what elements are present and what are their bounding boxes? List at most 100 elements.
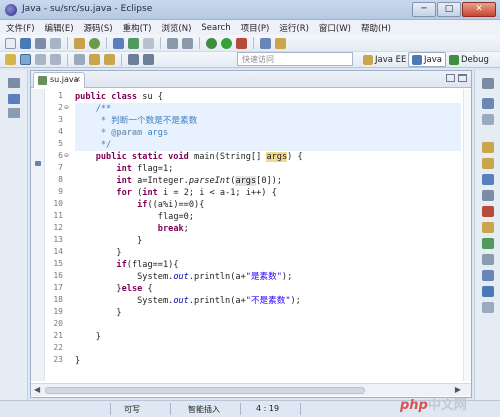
javadoc-icon[interactable] (482, 158, 494, 169)
fold-collapse-icon[interactable]: ⊖ (64, 104, 69, 111)
menu-navigate[interactable]: 浏览(N) (161, 22, 191, 34)
menu-edit[interactable]: 编辑(E) (45, 22, 74, 34)
open-task-icon[interactable] (260, 37, 271, 49)
close-tab-icon[interactable]: ✕ (74, 73, 81, 87)
show-whitespace-icon[interactable] (74, 54, 85, 65)
scroll-right-icon[interactable]: ▶ (455, 385, 461, 394)
menu-refactor[interactable]: 重构(T) (123, 22, 152, 34)
line-number: 5 (58, 139, 63, 148)
snippets-icon[interactable] (482, 238, 494, 249)
code-line: System.out.println(a+"不是素数"); (137, 296, 301, 306)
code-line: } (95, 332, 101, 342)
menu-project[interactable]: 项目(P) (241, 22, 270, 34)
scroll-left-icon[interactable]: ◀ (34, 385, 40, 394)
main-toolbar (0, 35, 500, 52)
code-line: int flag=1; (116, 164, 174, 174)
code-line: flag=0; (157, 212, 195, 222)
task-list-icon[interactable] (482, 98, 494, 109)
line-number: 19 (53, 307, 63, 316)
line-number: 13 (53, 235, 63, 244)
perspective-java-ee[interactable]: Java EE (360, 52, 409, 67)
menu-run[interactable]: 运行(R) (279, 22, 309, 34)
code-line: } (116, 248, 122, 258)
annotation-icon[interactable] (182, 37, 193, 49)
console-icon[interactable] (482, 190, 494, 201)
new-package-icon[interactable] (113, 37, 124, 49)
back-icon[interactable] (128, 54, 139, 65)
prev-annotation-icon[interactable] (104, 54, 115, 65)
search-icon[interactable] (143, 37, 154, 49)
code-line: public static void main(String[] args) { (95, 152, 303, 162)
history-icon[interactable] (482, 302, 494, 313)
perspective-debug[interactable]: Debug (446, 52, 492, 67)
right-trim-bar (474, 70, 500, 400)
line-number: 15 (53, 259, 63, 268)
print-icon[interactable] (50, 37, 61, 49)
code-area[interactable]: public class su { /** * 判断一个数是不是素数 * @pa… (75, 89, 461, 381)
external-tools-icon[interactable] (236, 37, 247, 49)
properties-icon[interactable] (482, 254, 494, 265)
java-file-icon (38, 76, 47, 85)
scrollbar-thumb[interactable] (45, 387, 365, 394)
progress-icon[interactable] (482, 286, 494, 297)
new-project-icon[interactable] (89, 37, 100, 49)
new-class-icon[interactable] (128, 37, 139, 49)
code-editor: su.java ✕ 1 2 3 4 5 6 7 8 9 10 11 12 13 … (30, 70, 472, 398)
minimize-button[interactable]: ─ (412, 2, 436, 17)
new-icon[interactable] (5, 37, 16, 49)
declaration-icon[interactable] (482, 174, 494, 185)
menu-window[interactable]: 窗口(W) (319, 22, 351, 34)
menu-file[interactable]: 文件(F) (6, 22, 35, 34)
bookmark-icon[interactable] (275, 37, 286, 49)
pin-icon[interactable] (5, 54, 16, 65)
quick-access-input[interactable]: 快速访问 (237, 52, 353, 66)
menu-source[interactable]: 源码(S) (84, 22, 113, 34)
toggle-mark-icon[interactable] (167, 37, 178, 49)
next-annotation-icon[interactable] (89, 54, 100, 65)
overview-ruler[interactable] (463, 89, 471, 381)
line-number: 10 (53, 199, 63, 208)
menu-search[interactable]: Search (201, 23, 230, 33)
status-writable: 可写 (124, 405, 140, 414)
save-icon[interactable] (20, 37, 31, 49)
maximize-button[interactable]: □ (437, 2, 461, 17)
line-number: 14 (53, 247, 63, 256)
minimize-editor-icon[interactable] (446, 74, 455, 82)
left-trim-bar (0, 70, 28, 400)
line-number: 21 (53, 331, 63, 340)
maximize-editor-icon[interactable] (458, 74, 467, 82)
menu-help[interactable]: 帮助(H) (361, 22, 391, 34)
type-hierarchy-icon[interactable] (8, 108, 20, 118)
outline-icon[interactable] (482, 114, 494, 125)
forward-icon[interactable] (143, 54, 154, 65)
close-button[interactable]: ✕ (462, 2, 496, 17)
debug-icon[interactable] (206, 37, 217, 49)
link-editor-icon[interactable] (20, 54, 31, 65)
problems-icon[interactable] (482, 142, 494, 153)
eclipse-icon (5, 4, 17, 16)
servers-icon[interactable] (482, 206, 494, 217)
toggle-breadcrumb-icon[interactable] (35, 54, 46, 65)
line-number: 7 (58, 163, 63, 172)
fold-collapse-icon[interactable]: ⊖ (64, 152, 69, 159)
perspective-java[interactable]: Java (408, 52, 446, 67)
data-source-icon[interactable] (482, 222, 494, 233)
code-line: public class su { (75, 92, 163, 102)
debug-perspective-icon (449, 54, 459, 65)
line-number: 6 (58, 151, 63, 160)
restore-icon[interactable] (482, 78, 494, 89)
status-insert-mode: 智能插入 (188, 405, 220, 414)
vertical-ruler (31, 89, 45, 381)
run-icon[interactable] (221, 37, 232, 49)
code-line: } (116, 308, 122, 318)
perspective-label: Debug (461, 54, 489, 65)
code-line: /** (75, 103, 461, 115)
search-view-icon[interactable] (482, 270, 494, 281)
open-type-icon[interactable] (74, 37, 85, 49)
restore-icon[interactable] (8, 78, 20, 88)
save-all-icon[interactable] (35, 37, 46, 49)
line-number: 17 (53, 283, 63, 292)
package-explorer-icon[interactable] (8, 94, 20, 104)
tab-su-java[interactable]: su.java ✕ (33, 72, 85, 88)
word-wrap-icon[interactable] (50, 54, 61, 65)
